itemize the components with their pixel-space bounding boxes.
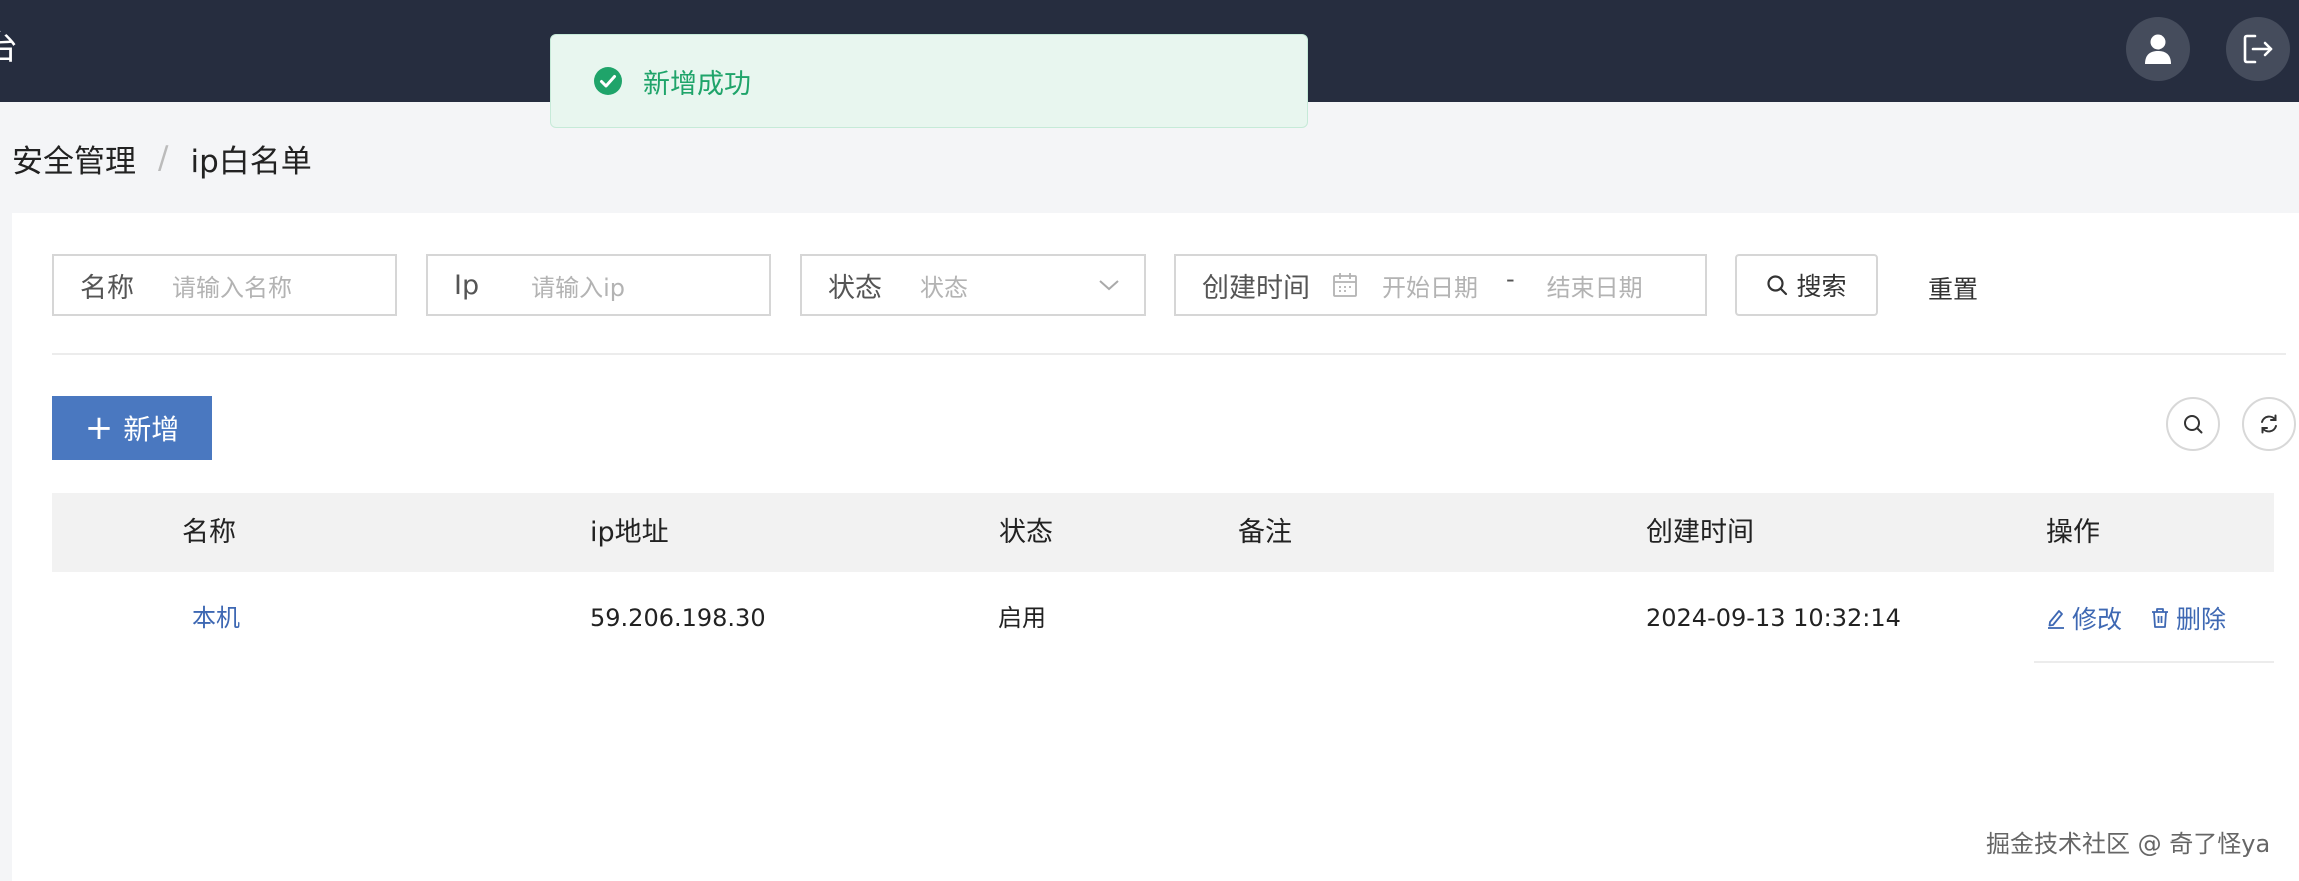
table-header: 名称 ip地址 状态 备注 创建时间 操作 bbox=[52, 493, 2274, 572]
name-filter-label: 名称 bbox=[80, 272, 134, 304]
edit-label: 修改 bbox=[2072, 605, 2123, 634]
breadcrumb: 安全管理 / ip白名单 bbox=[12, 133, 312, 183]
search-button[interactable]: 搜索 bbox=[1735, 254, 1878, 316]
search-icon bbox=[1767, 275, 1788, 296]
add-button[interactable]: + 新增 bbox=[52, 396, 212, 460]
name-input[interactable]: 请输入名称 bbox=[172, 268, 292, 303]
created-time-filter-label: 创建时间 bbox=[1202, 272, 1310, 304]
refresh-button[interactable] bbox=[2242, 397, 2296, 451]
date-range-separator: - bbox=[1506, 265, 1515, 293]
chevron-down-icon bbox=[1099, 280, 1119, 291]
edit-icon bbox=[2048, 610, 2064, 629]
status-filter-label: 状态 bbox=[828, 272, 882, 304]
ip-input[interactable]: 请输入ip bbox=[531, 268, 625, 303]
logout-button[interactable] bbox=[2226, 17, 2290, 81]
column-header-remark: 备注 bbox=[1238, 517, 1292, 548]
end-date-input[interactable]: 结束日期 bbox=[1547, 268, 1643, 303]
reset-button[interactable]: 重置 bbox=[1928, 270, 1978, 306]
column-header-name: 名称 bbox=[182, 517, 236, 548]
column-header-status: 状态 bbox=[999, 517, 1053, 548]
trash-icon bbox=[2152, 608, 2169, 628]
delete-button[interactable]: 删除 bbox=[2150, 600, 2226, 636]
watermark: 掘金技术社区 @ 奇了怪ya bbox=[1986, 830, 2271, 858]
row-created: 2024-09-13 10:32:14 bbox=[1646, 604, 1901, 632]
logout-icon bbox=[2243, 34, 2273, 64]
row-status: 启用 bbox=[998, 604, 1046, 632]
edit-button[interactable]: 修改 bbox=[2046, 600, 2122, 636]
refresh-icon bbox=[2261, 414, 2277, 434]
add-button-label: 新增 bbox=[123, 413, 180, 446]
delete-label: 删除 bbox=[2176, 605, 2227, 634]
created-time-filter[interactable]: 创建时间 开始日期 - 结束日期 bbox=[1174, 254, 1707, 316]
column-header-created: 创建时间 bbox=[1646, 517, 1754, 548]
breadcrumb-item-security[interactable]: 安全管理 bbox=[12, 136, 136, 181]
user-icon bbox=[2145, 34, 2171, 64]
ip-filter-label: Ip bbox=[454, 269, 480, 301]
search-button-label: 搜索 bbox=[1796, 272, 1847, 301]
breadcrumb-item-ip-whitelist: ip白名单 bbox=[190, 143, 312, 180]
check-circle-icon bbox=[593, 66, 623, 96]
success-toast: 新增成功 bbox=[550, 34, 1308, 128]
user-button[interactable] bbox=[2126, 17, 2190, 81]
row-ip: 59.206.198.30 bbox=[590, 604, 766, 632]
toggle-search-button[interactable] bbox=[2166, 397, 2220, 451]
breadcrumb-separator: / bbox=[158, 140, 169, 176]
column-header-ip: ip地址 bbox=[590, 517, 669, 548]
status-select[interactable]: 状态 bbox=[920, 268, 968, 303]
row-name-link[interactable]: 本机 bbox=[192, 598, 240, 638]
row-divider bbox=[2034, 661, 2274, 663]
app-title: 台 bbox=[0, 28, 18, 68]
ip-filter[interactable]: Ip 请输入ip bbox=[426, 254, 771, 316]
name-filter[interactable]: 名称 请输入名称 bbox=[52, 254, 397, 316]
search-icon bbox=[2184, 415, 2203, 434]
divider bbox=[52, 353, 2286, 355]
calendar-icon bbox=[1333, 273, 1357, 297]
plus-icon: + bbox=[84, 408, 114, 448]
row-actions: 修改 删除 bbox=[2046, 598, 2254, 638]
toast-message: 新增成功 bbox=[643, 68, 751, 100]
status-filter[interactable]: 状态 状态 bbox=[800, 254, 1146, 316]
column-header-actions: 操作 bbox=[2046, 517, 2100, 548]
start-date-input[interactable]: 开始日期 bbox=[1382, 268, 1478, 303]
